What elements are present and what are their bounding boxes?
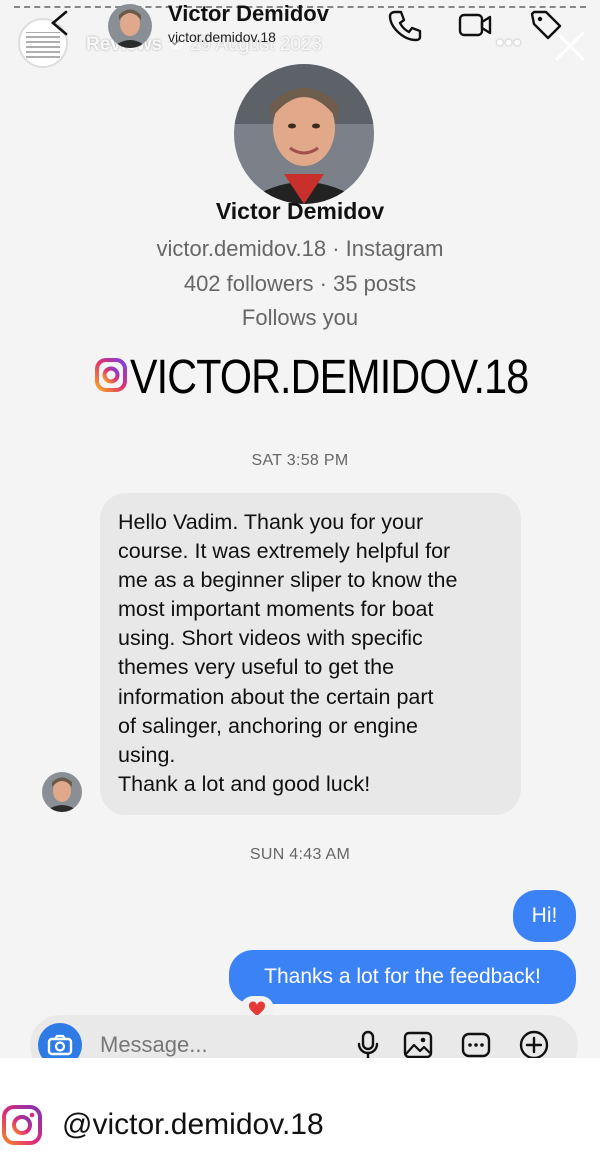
profile-avatar[interactable] — [234, 64, 374, 204]
tag-icon[interactable] — [526, 6, 564, 44]
sender-avatar[interactable] — [42, 772, 82, 812]
gallery-icon[interactable] — [402, 1029, 434, 1058]
message-composer — [30, 1015, 578, 1058]
phone-icon[interactable] — [386, 6, 424, 44]
instagram-gradient-icon — [94, 355, 128, 400]
camera-button[interactable] — [38, 1023, 82, 1058]
back-arrow-icon[interactable] — [44, 8, 74, 38]
profile-handle-line: victor.demidov.18 · Instagram — [156, 236, 444, 261]
timestamp-sat: SAT 3:58 PM — [251, 452, 349, 469]
caption-handle[interactable]: @victor.demidov.18 — [62, 1108, 324, 1142]
instagram-logo-icon — [2, 1105, 42, 1145]
incoming-message-bubble[interactable]: Hello Vadim. Thank you for your course. … — [100, 493, 521, 815]
video-call-icon[interactable] — [456, 6, 494, 44]
outgoing-message-hi[interactable]: Hi! — [513, 890, 576, 942]
story-more-icon[interactable]: ••• — [496, 30, 522, 56]
microphone-icon[interactable] — [352, 1029, 384, 1058]
message-line: Thank a lot and good luck! — [118, 771, 371, 796]
outgoing-message-thanks[interactable]: Thanks a lot for the feedback! — [229, 950, 576, 1004]
message-line: most important moments for boat — [118, 597, 434, 622]
header-avatar[interactable] — [108, 4, 152, 48]
sticker-text: VICTOR.DEMIDOV.18 — [130, 350, 529, 404]
profile-name: Victor Demidov — [215, 198, 385, 224]
header-name: Victor Demidov — [168, 1, 329, 26]
message-line: course. It was extremely helpful for — [118, 539, 451, 564]
message-line: me as a beginner sliper to know the — [118, 568, 458, 593]
profile-follows-line: Follows you — [241, 305, 359, 330]
instagram-handle-sticker: VICTOR.DEMIDOV.18 — [94, 348, 593, 406]
sticker-icon[interactable] — [460, 1029, 492, 1058]
profile-stats-line: 402 followers · 35 posts — [183, 271, 417, 296]
message-line: Hello Vadim. Thank you for your — [118, 510, 424, 534]
message-input[interactable] — [100, 1027, 330, 1058]
header-username: victor.demidov.18 — [168, 29, 276, 45]
message-line: using. Short videos with specific — [118, 626, 423, 651]
add-icon[interactable] — [518, 1029, 550, 1058]
camera-icon — [47, 1034, 73, 1056]
message-line: themes very useful to get the — [118, 655, 395, 680]
story-frame: Reviews 29 August 2023 ••• Victor Demido… — [0, 0, 600, 1058]
timestamp-sun: SUN 4:43 AM — [249, 846, 351, 863]
message-line: information about the certain part — [118, 684, 434, 709]
message-line: using. — [118, 742, 176, 767]
message-line: of salinger, anchoring or engine — [118, 713, 419, 738]
